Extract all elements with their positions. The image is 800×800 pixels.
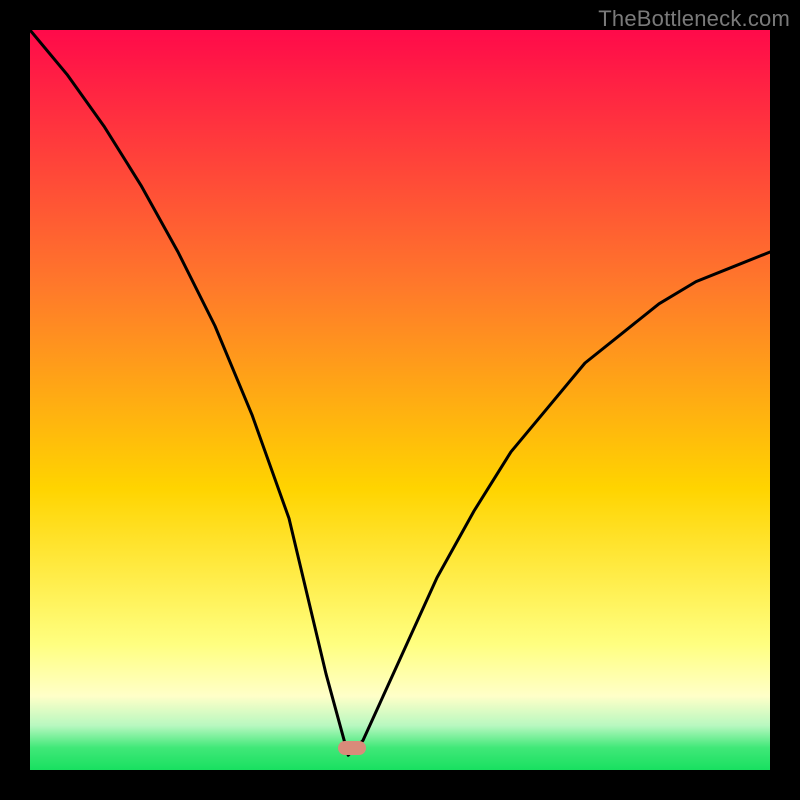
bottleneck-curve xyxy=(30,30,770,770)
optimal-marker xyxy=(338,741,366,755)
plot-area xyxy=(30,30,770,770)
watermark-text: TheBottleneck.com xyxy=(598,6,790,32)
